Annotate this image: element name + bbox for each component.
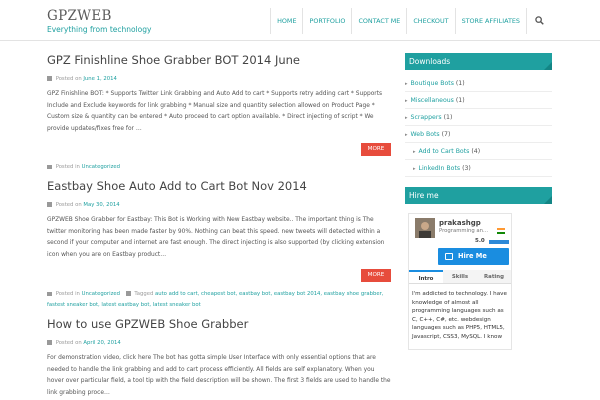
post-date-link[interactable]: April 20, 2014: [83, 340, 120, 346]
post-date-meta: Posted on April 20, 2014: [47, 340, 121, 346]
post-category-meta: Posted in Uncategorized: [47, 164, 120, 170]
chevron-right-icon: ▸: [405, 132, 408, 138]
folder-icon: [47, 291, 52, 296]
post-date-link[interactable]: June 1, 2014: [83, 76, 116, 82]
subcategory-item[interactable]: ▸ LinkedIn Bots (3): [405, 160, 552, 177]
tab-intro[interactable]: Intro: [409, 270, 443, 283]
chevron-right-icon: ▸: [405, 115, 408, 121]
tag-icon: [125, 291, 131, 296]
folder-icon: [47, 164, 52, 169]
hire-me-button[interactable]: Hire Me: [438, 248, 509, 265]
tagged-label: Tagged: [134, 291, 154, 297]
category-item[interactable]: ▸ Boutique Bots (1): [405, 75, 552, 92]
rating-bar: [489, 240, 509, 244]
nav-portfolio[interactable]: PORTFOLIO: [302, 8, 351, 34]
calendar-icon: [47, 76, 52, 81]
chevron-right-icon: ▸: [413, 166, 416, 172]
post-title[interactable]: Eastbay Shoe Auto Add to Cart Bot Nov 20…: [47, 179, 307, 193]
category-list: ▸ Boutique Bots (1) ▸ Miscellaneous (1) ▸ S…: [405, 75, 552, 177]
more-button[interactable]: MORE: [361, 143, 391, 156]
chevron-right-icon: ▸: [405, 98, 408, 104]
post-date-meta: Posted on May 30, 2014: [47, 202, 120, 208]
category-item[interactable]: ▸ Web Bots (7): [405, 126, 552, 143]
tab-rating[interactable]: Rating: [477, 270, 511, 283]
rating-value: 5.0: [475, 238, 485, 244]
chevron-right-icon: ▸: [413, 149, 416, 155]
tab-skills[interactable]: Skills: [443, 270, 477, 283]
post-date-meta: Posted on June 1, 2014: [47, 76, 117, 82]
site-tagline: Everything from technology: [47, 25, 152, 34]
nav-checkout[interactable]: CHECKOUT: [406, 8, 454, 34]
subcategory-item[interactable]: ▸ Add to Cart Bots (4): [405, 143, 552, 160]
hire-me-card: prakashgp Programming an... 5.0 Hire Me …: [408, 213, 512, 350]
post-title[interactable]: GPZ Finishline Shoe Grabber BOT 2014 Jun…: [47, 53, 300, 67]
post-excerpt: For demonstration video, click here The …: [47, 355, 391, 396]
post-excerpt: GPZWEB Shoe Grabber for Eastbay: This Bo…: [47, 217, 385, 258]
intro-text: I'm addicted to technology. I have knowl…: [412, 291, 507, 340]
hire-icon: [445, 253, 453, 260]
meta-prefix: Posted on: [55, 202, 82, 208]
post-date-link[interactable]: May 30, 2014: [83, 202, 119, 208]
profile-tabs: Intro Skills Rating: [409, 270, 511, 284]
hire-me-widget-title: Hire me: [405, 187, 552, 204]
main-nav: HOME PORTFOLIO CONTACT ME CHECKOUT STORE…: [270, 8, 552, 34]
site-header: GPZWEB Everything from technology HOME P…: [0, 0, 600, 41]
post-title[interactable]: How to use GPZWEB Shoe Grabber: [47, 317, 248, 331]
downloads-widget-title: Downloads: [405, 53, 552, 70]
search-icon: [535, 16, 544, 25]
flag-icon: [497, 228, 505, 234]
more-button[interactable]: MORE: [361, 269, 391, 282]
avatar: [415, 218, 435, 238]
meta-prefix: Posted on: [55, 340, 82, 346]
category-item[interactable]: ▸ Scrappers (1): [405, 109, 552, 126]
category-link[interactable]: Uncategorized: [82, 291, 120, 297]
nav-contact-me[interactable]: CONTACT ME: [351, 8, 406, 34]
search-button[interactable]: [526, 8, 552, 34]
posted-in-label: Posted in: [55, 291, 80, 297]
post-excerpt: GPZ Finishline BOT: * Supports Twitter L…: [47, 91, 383, 132]
profile-subtitle: Programming an...: [439, 228, 489, 234]
chevron-right-icon: ▸: [405, 81, 408, 87]
calendar-icon: [47, 202, 52, 207]
calendar-icon: [47, 340, 52, 345]
profile-name[interactable]: prakashgp: [439, 219, 481, 227]
site-title[interactable]: GPZWEB: [47, 8, 112, 24]
category-item[interactable]: ▸ Miscellaneous (1): [405, 92, 552, 109]
nav-store-affiliates[interactable]: STORE AFFILIATES: [454, 8, 526, 34]
post-category-meta: Posted in Uncategorized Tagged auto add …: [47, 289, 391, 311]
posted-in-label: Posted in: [55, 164, 80, 170]
nav-home[interactable]: HOME: [270, 8, 302, 34]
meta-prefix: Posted on: [55, 76, 82, 82]
category-link[interactable]: Uncategorized: [82, 164, 120, 170]
